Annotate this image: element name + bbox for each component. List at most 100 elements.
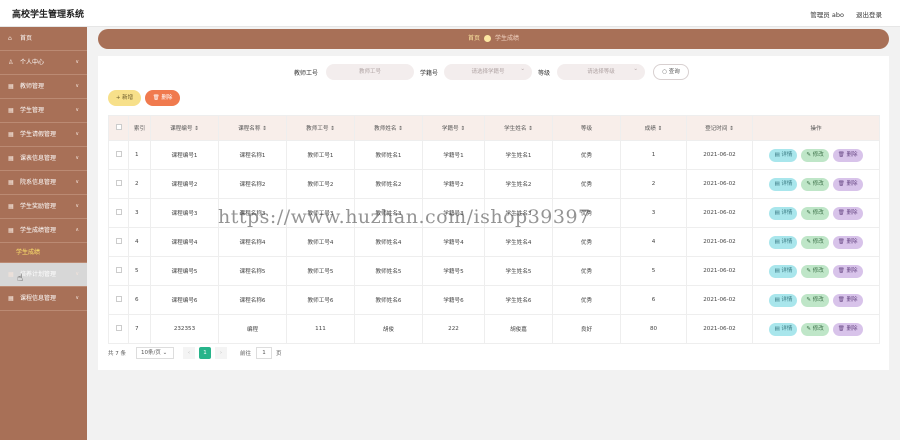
select-all-checkbox[interactable] xyxy=(115,124,122,130)
sidebar-item-training-plan[interactable]: ▦ 培养计划管理 ∨ xyxy=(0,263,87,287)
detail-button[interactable]: ▤ 详情 xyxy=(769,148,798,162)
sidebar-item-student-management[interactable]: ▦ 学生管理 ∨ xyxy=(0,99,87,123)
row-delete-label: 删除 xyxy=(846,296,858,303)
detail-button[interactable]: ▤ 详情 xyxy=(769,293,798,307)
sidebar-item-grade-management[interactable]: ▦ 学生成绩管理 ∧ xyxy=(0,219,87,243)
cell-course-code: 课程编号3 xyxy=(150,198,219,228)
detail-button[interactable]: ▤ 详情 xyxy=(769,264,798,278)
col-course-code[interactable]: 课程编号 ⇕ xyxy=(150,115,219,141)
sidebar-item-teacher-management[interactable]: ▦ 教师管理 ∨ xyxy=(0,75,87,99)
edit-button[interactable]: ✎ 修改 xyxy=(801,264,829,278)
detail-button[interactable]: ▤ 详情 xyxy=(769,322,798,336)
sidebar-item-home[interactable]: ⌂ 首页 xyxy=(0,27,87,51)
edit-button[interactable]: ✎ 修改 xyxy=(801,293,829,307)
row-checkbox[interactable] xyxy=(115,296,122,302)
page-size-select[interactable]: 10条/页 ⌄ xyxy=(136,347,174,359)
sort-icon[interactable]: ⇕ xyxy=(194,126,199,132)
cell-index: 3 xyxy=(128,198,151,228)
grade-select[interactable]: 请选择等级 xyxy=(557,61,645,80)
page-unit-label: 页 xyxy=(276,351,282,357)
detail-label: 详情 xyxy=(781,325,793,332)
col-label: 学生姓名 xyxy=(504,126,527,132)
col-student-id[interactable]: 学籍号 ⇕ xyxy=(422,115,485,141)
table-row: 4 课程编号4 课程名称4 教师工号4 教师姓名4 学籍号4 学生姓名4 优秀 4 2021-06… xyxy=(108,227,880,257)
col-register-time[interactable]: 登记时间 ⇕ xyxy=(686,115,753,141)
cell-teacher-name: 教师姓名6 xyxy=(354,285,423,315)
edit-button[interactable]: ✎ 修改 xyxy=(801,235,829,249)
trash-icon: 🗑 xyxy=(837,151,845,158)
search-button[interactable]: ○ 查询 xyxy=(653,64,689,80)
row-checkbox-cell[interactable] xyxy=(108,198,129,228)
detail-button[interactable]: ▤ 详情 xyxy=(769,206,798,220)
goto-page-input[interactable]: 1 xyxy=(256,347,272,359)
col-label: 登记时间 xyxy=(705,126,728,132)
add-button[interactable]: + 新增 xyxy=(108,90,141,106)
row-checkbox[interactable] xyxy=(115,238,122,244)
student-id-select[interactable]: 请选择学籍号 xyxy=(444,61,532,80)
row-checkbox[interactable] xyxy=(115,325,122,331)
edit-button[interactable]: ✎ 修改 xyxy=(801,322,829,336)
col-student-name[interactable]: 学生姓名 ⇕ xyxy=(484,115,553,141)
row-checkbox-cell[interactable] xyxy=(108,314,129,344)
sort-icon[interactable]: ⇕ xyxy=(330,126,335,132)
cell-teacher-id: 教师工号6 xyxy=(286,285,355,315)
row-checkbox-cell[interactable] xyxy=(108,227,129,257)
logout-link[interactable]: 退出登录 xyxy=(856,11,882,19)
next-page-button[interactable]: › xyxy=(215,347,227,359)
cell-index: 1 xyxy=(128,140,151,170)
page-number-1[interactable]: 1 xyxy=(199,347,211,359)
row-checkbox[interactable] xyxy=(115,180,122,186)
detail-button[interactable]: ▤ 详情 xyxy=(769,177,798,191)
sidebar-item-personal-center[interactable]: ♙ 个人中心 ∨ xyxy=(0,51,87,75)
sort-icon[interactable]: ⇕ xyxy=(460,126,465,132)
row-delete-button[interactable]: 🗑 删除 xyxy=(832,206,863,220)
col-teacher-id[interactable]: 教师工号 ⇕ xyxy=(286,115,355,141)
table-row: 2 课程编号2 课程名称2 教师工号2 教师姓名2 学籍号2 学生姓名2 优秀 2 2021-06… xyxy=(108,169,880,199)
cell-student-name: 学生姓名2 xyxy=(484,169,553,199)
col-course-name[interactable]: 课程名称 ⇕ xyxy=(218,115,287,141)
grid-icon: ▦ xyxy=(8,227,14,234)
edit-button[interactable]: ✎ 修改 xyxy=(801,148,829,162)
prev-page-button[interactable]: ‹ xyxy=(183,347,195,359)
row-delete-label: 删除 xyxy=(846,180,858,187)
sort-icon[interactable]: ⇕ xyxy=(729,126,734,132)
row-checkbox-cell[interactable] xyxy=(108,256,129,286)
row-delete-button[interactable]: 🗑 删除 xyxy=(832,264,863,278)
sort-icon[interactable]: ⇕ xyxy=(262,126,267,132)
detail-button[interactable]: ▤ 详情 xyxy=(769,235,798,249)
sidebar-subitem-student-grades[interactable]: 学生成绩 xyxy=(0,243,87,263)
breadcrumb-home[interactable]: 首页 xyxy=(468,35,480,42)
edit-button[interactable]: ✎ 修改 xyxy=(801,177,829,191)
row-delete-button[interactable]: 🗑 删除 xyxy=(832,293,863,307)
sidebar-item-department-management[interactable]: ▦ 院系信息管理 ∨ xyxy=(0,171,87,195)
edit-button[interactable]: ✎ 修改 xyxy=(801,206,829,220)
cell-actions: ▤ 详情 ✎ 修改 🗑 删除 xyxy=(752,140,880,170)
col-score[interactable]: 成绩 ⇕ xyxy=(620,115,687,141)
col-teacher-name[interactable]: 教师姓名 ⇕ xyxy=(354,115,423,141)
sidebar-item-award-management[interactable]: ▦ 学生奖励管理 ∨ xyxy=(0,195,87,219)
row-checkbox[interactable] xyxy=(115,209,122,215)
col-index: 索引 xyxy=(128,115,151,141)
sort-icon[interactable]: ⇕ xyxy=(658,126,663,132)
row-checkbox-cell[interactable] xyxy=(108,285,129,315)
row-checkbox[interactable] xyxy=(115,151,122,157)
row-delete-button[interactable]: 🗑 删除 xyxy=(832,322,863,336)
col-actions: 操作 xyxy=(752,115,880,141)
sidebar-item-label: 院系信息管理 xyxy=(20,179,57,186)
row-checkbox-cell[interactable] xyxy=(108,169,129,199)
row-delete-button[interactable]: 🗑 删除 xyxy=(832,177,863,191)
teacher-id-input[interactable]: 教师工号 xyxy=(326,64,414,80)
sidebar-item-course-management[interactable]: ▦ 课程信息管理 ∨ xyxy=(0,287,87,311)
col-label: 成绩 xyxy=(644,126,656,132)
sidebar-item-leave-management[interactable]: ▦ 学生请假管理 ∨ xyxy=(0,123,87,147)
select-all-checkbox-cell[interactable] xyxy=(108,115,129,141)
row-checkbox[interactable] xyxy=(115,267,122,273)
sort-icon[interactable]: ⇕ xyxy=(528,126,533,132)
row-checkbox-cell[interactable] xyxy=(108,140,129,170)
row-delete-button[interactable]: 🗑 删除 xyxy=(832,235,863,249)
row-delete-button[interactable]: 🗑 删除 xyxy=(832,148,863,162)
sidebar-item-timetable-management[interactable]: ▦ 课表信息管理 ∨ xyxy=(0,147,87,171)
delete-button[interactable]: 🗑 删除 xyxy=(145,90,180,106)
row-delete-label: 删除 xyxy=(846,238,858,245)
sort-icon[interactable]: ⇕ xyxy=(398,126,403,132)
